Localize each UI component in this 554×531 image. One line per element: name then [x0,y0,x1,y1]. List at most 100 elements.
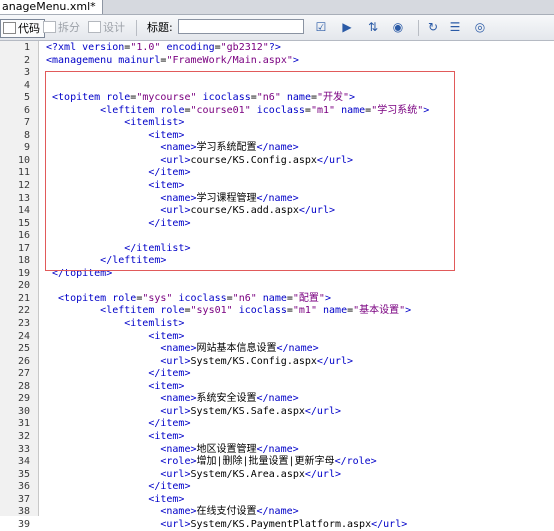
code-view-label: 代码 [18,22,40,35]
code-token: <item> [148,380,185,392]
line-number: 18 [17,255,30,267]
refresh-icon[interactable]: ↻ [425,20,441,35]
code-line: 36 </item> [0,481,554,494]
code-text: </item> [148,368,190,381]
code-line: 29 <name>系统安全设置</name> [0,393,554,406]
code-token: course/KS.Config.aspx [190,154,317,166]
code-token: </url> [298,205,335,217]
code-token: "sys01" [190,305,233,317]
code-token: role [112,292,137,304]
code-text: <itemlist> [124,318,184,331]
globe-icon[interactable]: ◉ [390,20,406,35]
code-line: 13 <name>学习课程管理</name> [0,193,554,206]
code-line: 22 <leftitem role="sys01" icoclass="m1" n… [0,305,554,318]
code-token: <topitem [58,292,113,304]
document-tab-bar: anageMenu.xml* [0,0,554,15]
code-token: ?> [268,42,281,53]
line-number: 23 [17,318,30,330]
toolbar-separator [136,20,137,36]
file-management-icon[interactable]: ☑ [313,20,329,35]
code-token: 增加|删除|批量设置|更新字母 [196,456,335,468]
code-token: > [349,92,356,104]
code-token: "基本设置" [353,305,406,317]
code-line: 7 <itemlist> [0,117,554,130]
line-number: 33 [17,443,30,455]
line-number: 35 [17,468,30,480]
code-line: 15 </item> [0,218,554,231]
code-text: </topitem> [52,268,112,281]
code-line: 11 </item> [0,167,554,180]
code-token: mainurl [118,54,161,66]
code-line: 26 <url>System/KS.Config.aspx</url> [0,356,554,369]
code-token: "配置" [292,292,325,304]
code-token: 系统安全设置 [196,393,257,405]
line-number: 10 [17,154,30,166]
line-number: 34 [17,456,30,468]
code-line: 17 </itemlist> [0,243,554,256]
code-line: 21 <topitem role="sys" icoclass="n6" name… [0,293,554,306]
code-token: 学习课程管理 [196,192,257,204]
code-token: role [160,104,185,116]
refresh-design-icon[interactable]: ⇅ [365,20,381,35]
code-view-icon [3,22,16,34]
code-token: > [292,54,299,66]
line-number: 12 [17,180,30,192]
code-token: "m1" [310,104,336,116]
preview-in-browser-icon[interactable]: ▶ [339,20,355,35]
line-number: 20 [17,280,30,292]
line-number: 16 [17,230,30,242]
code-text: <itemlist> [124,117,184,130]
view-options-icon[interactable]: ☰ [447,20,463,35]
code-text: <url>course/KS.add.aspx</url> [160,205,335,218]
split-view-button[interactable]: 拆分 [41,19,84,36]
code-view-button[interactable]: 代码 [0,19,45,38]
code-token: icoclass [232,305,287,317]
code-token: System/KS.Area.aspx [190,468,305,480]
split-view-label: 拆分 [58,21,80,34]
code-line: 23 <itemlist> [0,318,554,331]
code-text: <item> [148,494,184,507]
document-tab[interactable]: anageMenu.xml* [0,0,103,14]
code-text: <url>System/KS.Area.aspx</url> [160,469,341,482]
code-token: </item> [148,481,191,493]
code-line: 25 <name>网站基本信息设置</name> [0,343,554,356]
code-token: </url> [316,154,354,166]
code-token: "1.0" [130,42,161,53]
code-token: icoclass [172,292,227,304]
code-line: 30 <url>System/KS.Safe.aspx</url> [0,406,554,419]
code-token: 网站基本信息设置 [196,343,277,355]
code-token: <managemenu [46,54,119,66]
code-token: </topitem> [52,267,113,279]
code-token: <?xml [46,42,83,53]
code-token: <role> [160,456,197,468]
code-token: </url> [304,405,341,417]
code-line: 27 </item> [0,368,554,381]
code-text: <item> [148,331,184,344]
code-token: 学习系统配置 [196,142,257,154]
code-token: name [256,292,287,304]
code-token: <url> [160,518,191,530]
code-text: <topitem role="mycourse" icoclass="n6" n… [52,92,355,105]
code-text: <name>系统安全设置</name> [160,393,298,406]
visual-aids-icon[interactable]: ◎ [472,20,488,35]
line-number: 14 [17,205,30,217]
code-text: <name>学习系统配置</name> [160,142,298,155]
line-number: 2 [23,54,30,66]
code-token: </item> [148,368,191,380]
code-line: 38 <name>在线支付设置</name> [0,506,554,519]
code-token: > [405,305,412,317]
code-token: "sys" [142,292,173,304]
code-editor[interactable]: 1 <?xml version="1.0" encoding="gb2312"?>… [0,41,554,530]
code-token: </role> [334,456,377,468]
code-text: </leftitem> [100,255,166,268]
code-line: 35 <url>System/KS.Area.aspx</url> [0,469,554,482]
code-text: <item> [148,180,184,193]
code-token: <item> [148,180,185,192]
code-token: icoclass [196,92,251,104]
code-token: </leftitem> [100,255,167,267]
code-token: System/KS.Safe.aspx [190,405,305,417]
title-input[interactable] [178,19,304,34]
line-number: 6 [23,104,30,116]
design-view-button[interactable]: 设计 [86,19,129,36]
code-token: "FrameWork/Main.aspx" [166,54,293,66]
